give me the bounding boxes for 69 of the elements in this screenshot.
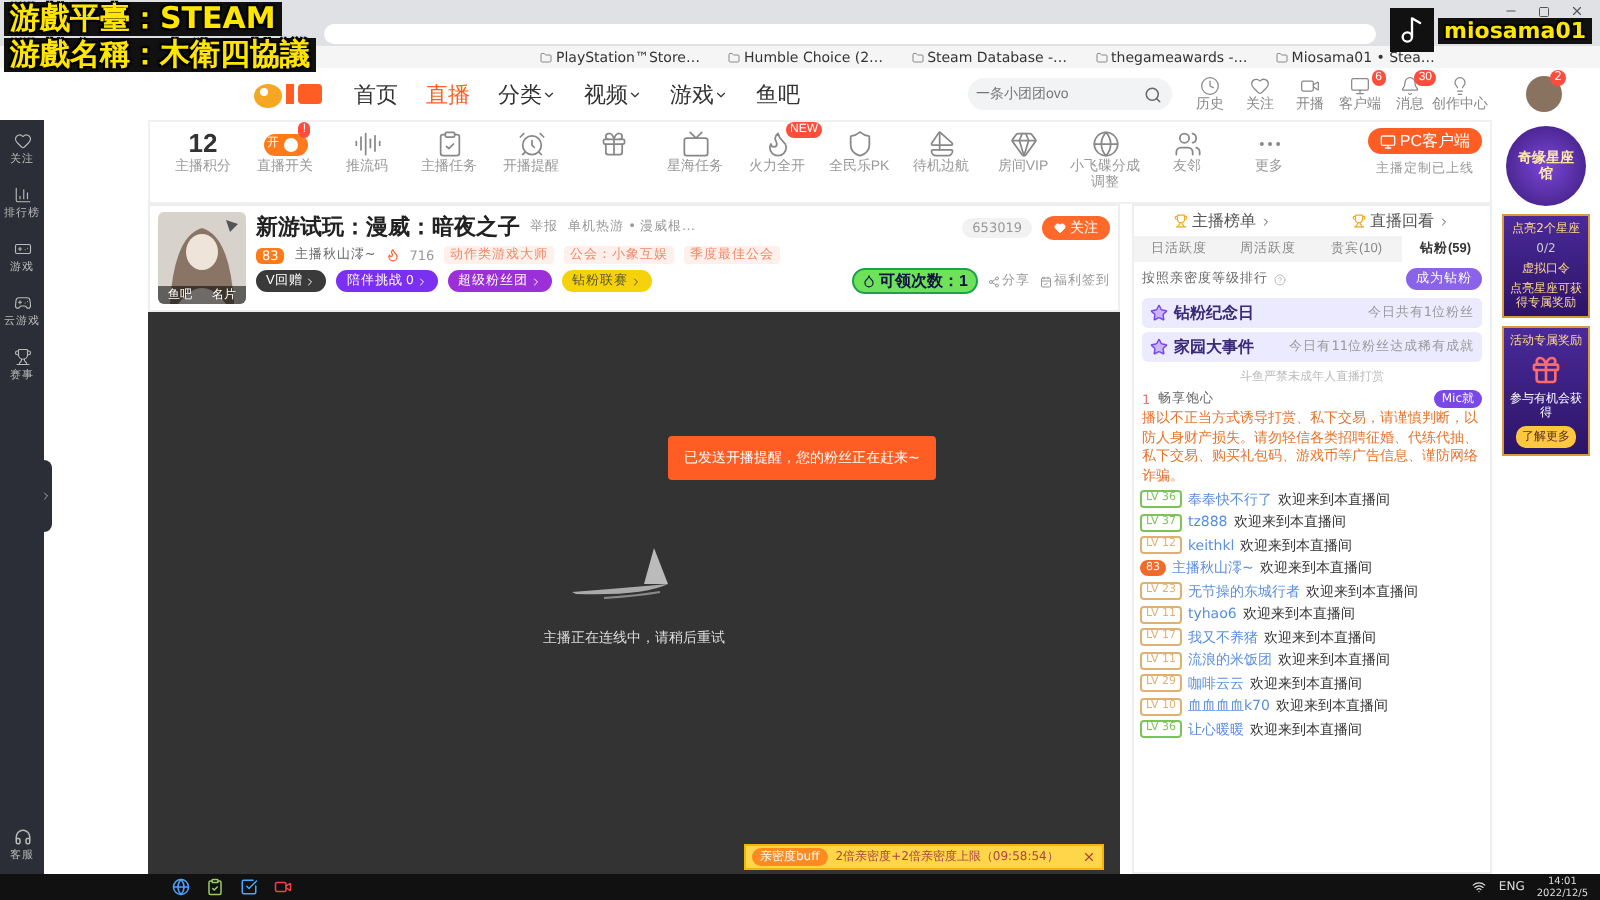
pc-client-button[interactable]: PC客户端 xyxy=(1367,128,1482,154)
alarm-clock-icon xyxy=(517,130,545,158)
chevron-icon xyxy=(304,275,317,287)
panel-link[interactable]: 直播回看 xyxy=(1352,210,1450,232)
gem-icon xyxy=(1009,130,1037,158)
nav-link[interactable]: 首页 xyxy=(354,79,398,109)
chevron-icon xyxy=(529,275,542,287)
nav-link[interactable]: 直播 xyxy=(426,79,470,109)
globe-icon[interactable] xyxy=(172,878,190,896)
droplet-icon xyxy=(861,274,876,288)
headset-icon xyxy=(13,828,31,846)
trophy-icon xyxy=(1174,214,1188,228)
heart-icon xyxy=(1054,221,1066,233)
nav-link[interactable]: 视频 xyxy=(584,79,642,109)
overlay-caption: 游戲平臺：STEAM xyxy=(4,2,282,36)
monitor-icon xyxy=(1350,75,1370,95)
clock-icon xyxy=(1200,75,1220,95)
sailboat-icon xyxy=(927,130,955,158)
heart-icon xyxy=(1250,75,1270,95)
gift-icon xyxy=(599,130,627,158)
wifi-icon xyxy=(1472,880,1487,894)
shield-icon xyxy=(845,130,873,158)
nav-link[interactable]: 分类 xyxy=(498,79,556,109)
chevron-icon xyxy=(415,275,428,287)
clipboard-icon[interactable] xyxy=(206,878,224,896)
overlay-caption: 游戲名稱：木衛四協議 xyxy=(4,38,316,72)
panel-link[interactable]: 主播榜单 xyxy=(1174,210,1272,232)
caret-icon xyxy=(628,87,642,101)
video-camera-icon[interactable] xyxy=(274,878,292,896)
trophy-icon xyxy=(13,348,31,366)
close-icon[interactable] xyxy=(1570,4,1584,18)
gift-icon xyxy=(1530,354,1562,386)
waveform-icon xyxy=(353,130,381,158)
bar-chart-icon xyxy=(13,186,31,204)
score-value: 12 xyxy=(188,128,218,158)
lightbulb-icon xyxy=(1450,75,1470,95)
heart-icon xyxy=(13,132,31,150)
gamepad-icon xyxy=(13,294,31,312)
clipboard-icon xyxy=(435,130,463,158)
bell-icon xyxy=(1400,75,1420,95)
caret-icon xyxy=(714,87,728,101)
video-icon xyxy=(1300,75,1320,95)
help-icon xyxy=(1274,273,1286,285)
expand-handle[interactable] xyxy=(40,460,52,532)
chevron-icon xyxy=(1260,215,1272,227)
maximize-icon[interactable] xyxy=(1538,5,1550,17)
nav-link[interactable]: 鱼吧 xyxy=(756,79,800,109)
account-name: miosama01 xyxy=(1438,17,1592,43)
trophy-icon xyxy=(1352,214,1366,228)
checkbox-icon[interactable] xyxy=(240,878,258,896)
chevron-icon xyxy=(629,275,642,287)
caret-icon xyxy=(542,87,556,101)
chevron-icon xyxy=(1438,215,1450,227)
share-icon xyxy=(988,275,1000,287)
gamepad-icon xyxy=(13,240,31,258)
flame-icon xyxy=(385,248,400,262)
room-title: 新游试玩：漫威：暗夜之子 xyxy=(256,212,520,242)
close-icon[interactable] xyxy=(1082,850,1096,864)
calendar-icon xyxy=(1040,275,1052,287)
tv-icon xyxy=(681,130,709,158)
flame-icon xyxy=(763,130,791,158)
nav-link[interactable]: 游戏 xyxy=(670,79,728,109)
chevron-icon xyxy=(40,490,52,502)
search-icon xyxy=(1144,85,1162,103)
users-icon xyxy=(1173,130,1201,158)
monitor-icon xyxy=(1379,133,1396,149)
claim-button[interactable]: 可领次数：1 xyxy=(851,268,978,294)
star-icon xyxy=(1150,338,1168,356)
star-icon xyxy=(1150,304,1168,322)
